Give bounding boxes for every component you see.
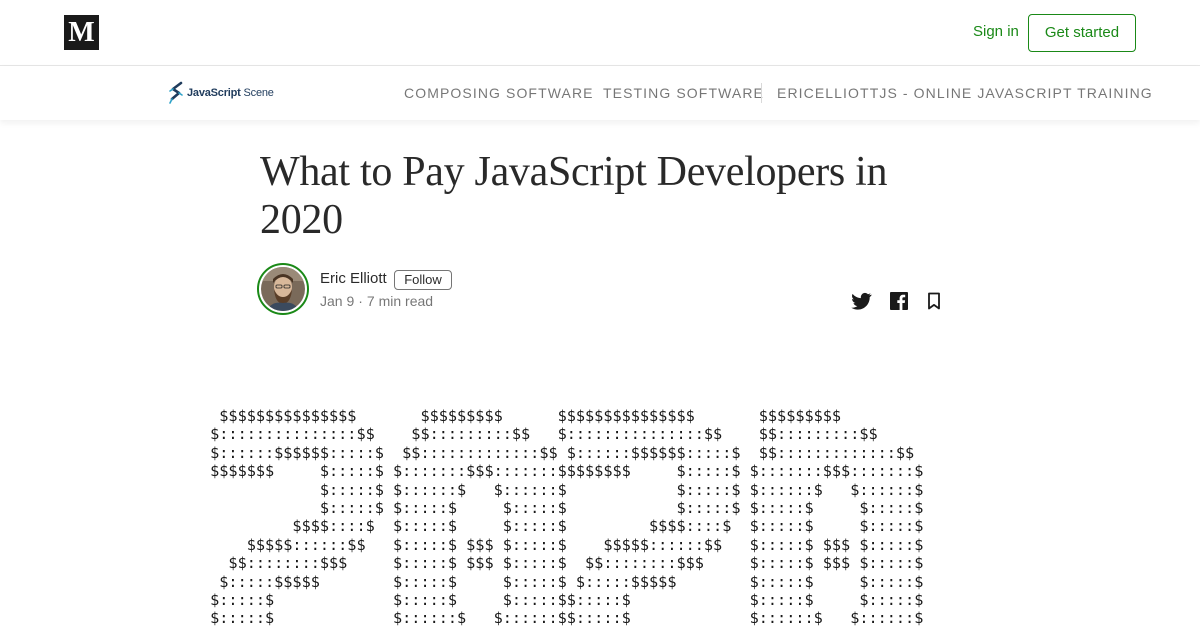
nav-divider	[761, 83, 762, 103]
ascii-art-2020: $$$$$$$$$$$$$$$ $$$$$$$$$ $$$$$$$$$$$$$$…	[210, 407, 924, 628]
publish-date: Jan 9	[320, 293, 355, 309]
nav-composing-software[interactable]: COMPOSING SOFTWARE	[404, 66, 594, 120]
nav-online-training[interactable]: ERICELLIOTTJS - ONLINE JAVASCRIPT TRAINI…	[777, 66, 1153, 120]
bookmark-icon	[928, 292, 940, 310]
bookmark-button[interactable]	[922, 289, 946, 313]
publication-logo-text: JavaScript Scene	[187, 87, 274, 99]
medium-logo-icon[interactable]: M	[64, 15, 99, 50]
top-bar: M Sign in Get started	[0, 0, 1200, 66]
author-name[interactable]: Eric Elliott	[320, 270, 387, 287]
javascript-scene-logo-icon	[169, 81, 183, 104]
meta-separator: ·	[358, 293, 363, 309]
sign-in-link[interactable]: Sign in	[973, 23, 1019, 40]
read-time: 7 min read	[366, 293, 434, 309]
article-meta: Jan 9 · 7 min read	[320, 293, 433, 309]
get-started-button[interactable]: Get started	[1028, 14, 1136, 52]
publication-logo[interactable]: JavaScript Scene	[168, 80, 274, 106]
twitter-icon	[851, 292, 872, 310]
facebook-share-button[interactable]	[887, 289, 911, 313]
article-title: What to Pay JavaScript Developers in 2020	[260, 149, 888, 243]
twitter-share-button[interactable]	[849, 289, 873, 313]
nav-testing-software[interactable]: TESTING SOFTWARE	[603, 66, 764, 120]
author-photo	[261, 267, 305, 311]
follow-button[interactable]: Follow	[394, 270, 452, 290]
author-avatar-ring[interactable]	[257, 263, 309, 315]
facebook-icon	[890, 292, 908, 310]
publication-nav: JavaScript Scene COMPOSING SOFTWARE TEST…	[0, 66, 1200, 120]
avatar	[261, 267, 305, 311]
